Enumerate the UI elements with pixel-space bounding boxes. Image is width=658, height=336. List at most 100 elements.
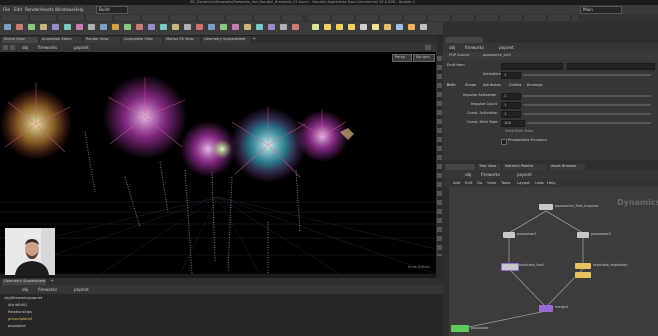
net-path-fireworks[interactable]: fireworks xyxy=(481,172,500,177)
node-popsource-first-impulse[interactable] xyxy=(539,204,553,210)
menu-edit[interactable]: Edit xyxy=(14,7,22,12)
lower-path-popnet[interactable]: popnet xyxy=(74,287,89,292)
metaball-tool-icon[interactable] xyxy=(172,24,179,30)
camera-menu[interactable]: No cam xyxy=(413,54,435,62)
node-replicate-trail[interactable] xyxy=(501,263,519,271)
subtab-birth[interactable]: Birth xyxy=(447,83,456,88)
point-light-icon[interactable] xyxy=(324,24,331,30)
file-tool-icon[interactable] xyxy=(184,24,191,30)
sphere-tool-icon[interactable] xyxy=(16,24,23,30)
tube-tool-icon[interactable] xyxy=(28,24,35,30)
sky-light-icon[interactable] xyxy=(408,24,415,30)
subtab-guides[interactable]: Guides xyxy=(509,83,521,88)
impulse-count-field[interactable]: 1 xyxy=(501,102,521,109)
line-tool-icon[interactable] xyxy=(76,24,83,30)
net-path-popnet[interactable]: popnet xyxy=(517,172,532,177)
tool-icon[interactable] xyxy=(232,24,239,30)
node-merge1[interactable] xyxy=(539,305,553,312)
back-icon[interactable] xyxy=(3,45,8,50)
node-replicate-explosion[interactable] xyxy=(575,263,591,269)
menu-help[interactable]: Help xyxy=(74,7,84,12)
path-popnet[interactable]: popnet xyxy=(74,45,89,50)
net-menu-layout[interactable]: Layout xyxy=(517,181,530,185)
pin-icon[interactable] xyxy=(425,45,431,50)
tool-icon[interactable] xyxy=(268,24,275,30)
activation-slider[interactable] xyxy=(523,74,651,76)
camera-tool-icon[interactable] xyxy=(312,24,319,30)
build-dropdown[interactable]: Build xyxy=(96,6,128,14)
distant-light-icon[interactable] xyxy=(384,24,391,30)
subtab-bindings[interactable]: Bindings xyxy=(527,83,542,88)
persp-menu[interactable]: Persp xyxy=(392,54,412,62)
tree-item[interactable]: groundplane1 xyxy=(8,317,33,322)
left-shelf-tab-strip[interactable] xyxy=(2,15,302,21)
geometry-light-icon[interactable] xyxy=(360,24,367,30)
environment-light-icon[interactable] xyxy=(396,24,403,30)
spray-paint-tool-icon[interactable] xyxy=(124,24,131,30)
probabilistic-checkbox[interactable] xyxy=(501,139,507,145)
subtab-shape[interactable]: Shape xyxy=(465,83,476,88)
box-tool-icon[interactable] xyxy=(4,24,11,30)
source-group-field[interactable] xyxy=(567,63,655,70)
network-editor[interactable]: Dynamics popsource_first_impulse popsolv… xyxy=(449,187,658,336)
node-name[interactable]: popsource_trail xyxy=(483,53,511,58)
desktop-dropdown[interactable]: Main xyxy=(580,6,622,14)
forward-icon[interactable] xyxy=(10,45,15,50)
net-menu-view[interactable]: View xyxy=(487,181,496,185)
const-activation-slider[interactable] xyxy=(523,113,651,115)
lower-path-obj[interactable]: obj xyxy=(22,287,28,292)
menu-file[interactable]: File xyxy=(3,7,10,12)
tree-item[interactable]: popobject xyxy=(8,324,26,329)
param-path-obj[interactable]: obj xyxy=(449,45,455,50)
path-fireworks[interactable]: fireworks xyxy=(38,45,57,50)
tree-item[interactable]: Relationships xyxy=(8,310,32,315)
subtab-attributes[interactable]: Attributes xyxy=(483,83,501,88)
add-tab-icon[interactable]: + xyxy=(252,37,256,42)
spot-light-icon[interactable] xyxy=(336,24,343,30)
const-activation-field[interactable]: 1 xyxy=(501,111,521,118)
path-tool-icon[interactable] xyxy=(112,24,119,30)
gi-light-icon[interactable] xyxy=(420,24,427,30)
path-obj[interactable]: obj xyxy=(22,45,28,50)
impulse-count-slider[interactable] xyxy=(523,104,651,106)
net-menu-go[interactable]: Go xyxy=(477,181,482,185)
tree-item[interactable]: AttribEdit1 xyxy=(8,303,27,308)
node-replicate-explosion-secondary[interactable] xyxy=(575,272,591,278)
volume-light-icon[interactable] xyxy=(372,24,379,30)
helix-tool-icon[interactable] xyxy=(208,24,215,30)
net-menu-tools[interactable]: Tools xyxy=(501,181,510,185)
display-options-icon-strip[interactable] xyxy=(437,56,442,256)
const-birth-rate-field[interactable]: 100 xyxy=(501,120,525,127)
grid-tool-icon[interactable] xyxy=(52,24,59,30)
const-birth-rate-slider[interactable] xyxy=(527,122,651,124)
menu-windows[interactable]: Windows xyxy=(55,7,74,12)
activation-field[interactable]: 1 xyxy=(501,72,521,79)
net-menu-labs[interactable]: Labs xyxy=(535,181,544,185)
tool-icon[interactable] xyxy=(280,24,287,30)
impulse-activation-slider[interactable] xyxy=(523,95,651,97)
area-light-icon[interactable] xyxy=(348,24,355,30)
tool-icon[interactable] xyxy=(292,24,299,30)
tool-icon[interactable] xyxy=(256,24,263,30)
node-popsolver2[interactable] xyxy=(577,232,589,238)
net-menu-help[interactable]: Help xyxy=(547,181,556,185)
platonic-tool-icon[interactable] xyxy=(148,24,155,30)
param-path-popnet[interactable]: popnet xyxy=(499,45,514,50)
null-tool-icon[interactable] xyxy=(64,24,71,30)
add-tab-icon[interactable]: + xyxy=(50,279,54,284)
tool-icon[interactable] xyxy=(244,24,251,30)
lsystem-tool-icon[interactable] xyxy=(160,24,167,30)
torus-tool-icon[interactable] xyxy=(40,24,47,30)
node-popsolver-output[interactable] xyxy=(451,325,469,332)
tool-icon[interactable] xyxy=(220,24,227,30)
curve-tool-icon[interactable] xyxy=(100,24,107,30)
tree-root[interactable]: /obj/fireworks/popnet xyxy=(4,296,42,301)
menu-render[interactable]: Render xyxy=(25,7,40,12)
net-path-obj[interactable]: obj xyxy=(465,172,471,177)
circle-tool-icon[interactable] xyxy=(88,24,95,30)
impulse-activation-field[interactable]: 1 xyxy=(501,93,521,100)
net-menu-add[interactable]: Add xyxy=(453,181,460,185)
emit-from-field[interactable] xyxy=(501,63,563,70)
menu-assets[interactable]: Assets xyxy=(40,7,54,12)
node-popsolver1[interactable] xyxy=(503,232,515,238)
